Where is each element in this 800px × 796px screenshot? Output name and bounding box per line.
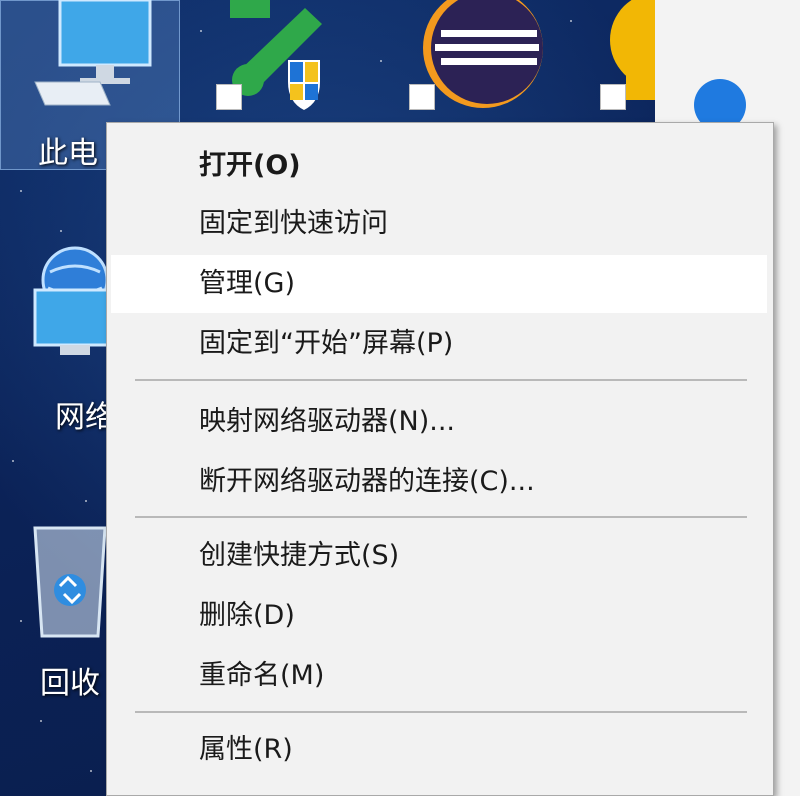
menu-item-open[interactable]: 打开(O) (111, 137, 767, 195)
menu-item-properties[interactable]: 属性(R) (111, 721, 767, 779)
app-shortcut-yellow[interactable] (598, 0, 706, 118)
background-star (90, 770, 92, 772)
shortcut-arrow-icon (216, 84, 242, 110)
menu-item-disconnect-network-drive[interactable]: 断开网络驱动器的连接(C)... (111, 453, 767, 511)
background-star (200, 30, 202, 32)
app-shortcut-shield[interactable] (210, 0, 350, 118)
monitor-icon (34, 0, 152, 106)
menu-item-manage[interactable]: 管理(G) (111, 255, 767, 313)
background-star (570, 20, 572, 22)
context-menu: 打开(O) 固定到快速访问 管理(G) 固定到“开始”屏幕(P) 映射网络驱动器… (106, 122, 774, 796)
background-star (60, 230, 62, 232)
background-star (40, 720, 42, 722)
menu-item-pin-quick-access[interactable]: 固定到快速访问 (111, 195, 767, 253)
recycle-bin-label: 回收 (40, 666, 100, 701)
menu-item-map-network-drive[interactable]: 映射网络驱动器(N)... (111, 393, 767, 451)
background-star (85, 500, 87, 502)
menu-separator (135, 711, 747, 713)
menu-item-pin-start[interactable]: 固定到“开始”屏幕(P) (111, 315, 767, 373)
recycle-bin-shortcut[interactable] (30, 518, 110, 640)
desktop[interactable]: 此电 网络 回收 打开(O) 固定到快速访问 管理(G) 固定到“开始”屏幕(P… (0, 0, 800, 796)
app-shortcut-eclipse[interactable] (405, 0, 555, 118)
this-pc-shortcut[interactable] (30, 0, 160, 115)
background-star (20, 620, 22, 622)
shortcut-arrow-icon (409, 84, 435, 110)
recycle-bin-icon (33, 526, 107, 638)
menu-separator (135, 516, 747, 518)
menu-item-rename[interactable]: 重命名(M) (111, 647, 767, 705)
shortcut-arrow-icon (600, 84, 626, 110)
background-star (380, 60, 382, 62)
menu-item-create-shortcut[interactable]: 创建快捷方式(S) (111, 527, 767, 585)
background-star (12, 460, 14, 462)
menu-item-delete[interactable]: 删除(D) (111, 587, 767, 645)
this-pc-label: 此电 (38, 136, 98, 171)
menu-separator (135, 379, 747, 381)
background-star (20, 190, 22, 192)
